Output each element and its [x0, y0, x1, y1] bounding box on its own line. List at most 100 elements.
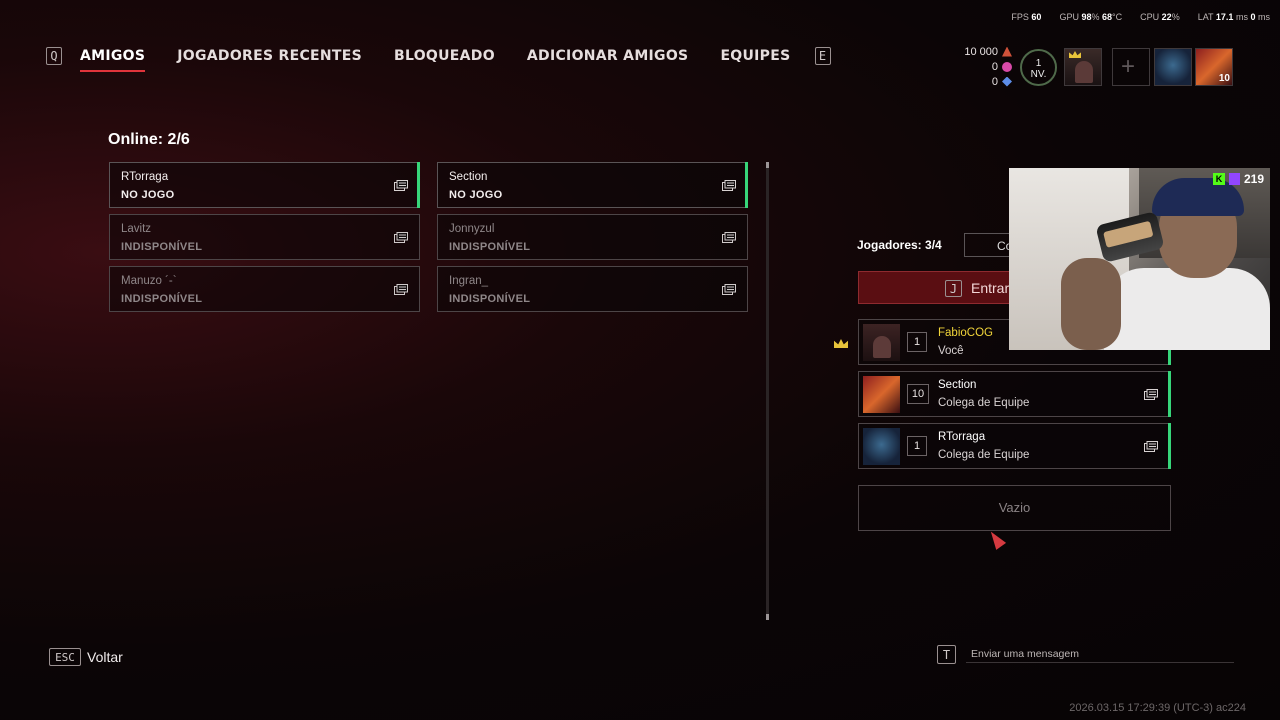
twitch-icon [1228, 173, 1240, 185]
profile-card-icon[interactable] [394, 284, 408, 295]
add-party-slot[interactable]: + [1112, 48, 1150, 86]
party-member-avatar-section[interactable]: 10 [1195, 48, 1233, 86]
member-role: Você [938, 345, 964, 357]
party-count: Jogadores: 3/4 [857, 238, 942, 252]
viewer-number: 219 [1243, 172, 1264, 186]
friend-name: Jonnyzul [449, 223, 495, 235]
avatar-silhouette-icon [873, 336, 891, 358]
scrollbar-bottom-cap [766, 614, 769, 620]
party-member-card[interactable]: 1 RTorraga Colega de Equipe [858, 423, 1171, 469]
profile-card-icon[interactable] [722, 180, 736, 191]
friend-status: INDISPONÍVEL [121, 293, 203, 305]
cpu-readout: CPU 22% [1140, 12, 1180, 22]
online-indicator [1168, 423, 1171, 469]
currency-primary: 10 000 [948, 44, 1012, 59]
avatar-silhouette-icon [1075, 61, 1093, 83]
mouse-cursor-icon [985, 528, 1007, 550]
profile-card-icon[interactable] [722, 284, 736, 295]
online-indicator [745, 162, 748, 208]
avatar [863, 376, 900, 413]
currency-secondary-icon [1002, 61, 1012, 72]
profile-card-icon[interactable] [1144, 441, 1158, 452]
friends-scrollbar[interactable] [766, 162, 769, 620]
next-tab-key[interactable]: E [814, 47, 831, 65]
profile-card-icon[interactable] [394, 180, 408, 191]
esc-key: ESC [49, 648, 81, 666]
party-leader-crown-icon [834, 339, 848, 348]
friend-name: Ingran_ [449, 275, 489, 287]
crown-icon [1069, 51, 1081, 58]
friend-card[interactable]: RTorraga NO JOGO [109, 162, 420, 208]
currency-primary-icon [1002, 46, 1012, 57]
member-level: 10 [907, 384, 929, 404]
friend-name: Manuzo ´-` [121, 275, 177, 287]
player-level-label: NV. [1030, 69, 1047, 80]
friend-status: NO JOGO [121, 189, 175, 201]
performance-overlay: FPS 60 GPU 98% 68°C CPU 22% LAT 17.1 ms … [1011, 12, 1270, 22]
friend-status: INDISPONÍVEL [449, 241, 531, 253]
currency-tertiary: 0 [948, 74, 1012, 89]
profile-card-icon[interactable] [722, 232, 736, 243]
currency-tertiary-icon [1002, 76, 1012, 87]
online-indicator [417, 162, 420, 208]
top-navigation: Q AMIGOS JOGADORES RECENTES BLOQUEADO AD… [46, 44, 831, 72]
enter-button[interactable]: J Entrar [858, 271, 1018, 304]
member-level: 1 [907, 436, 927, 456]
player-level-badge[interactable]: 1 NV. [1020, 49, 1057, 86]
gpu-readout: GPU 98% 68°C [1059, 12, 1123, 22]
profile-avatar-slot[interactable] [1064, 48, 1102, 86]
plus-icon: + [1121, 53, 1136, 80]
profile-card-icon[interactable] [394, 232, 408, 243]
party-member-card[interactable]: 10 Section Colega de Equipe [858, 371, 1171, 417]
chat-message-input[interactable]: Enviar uma mensagem [966, 644, 1234, 663]
friend-card[interactable]: Section NO JOGO [437, 162, 748, 208]
webcam-person-shirt [1104, 268, 1270, 350]
friend-status: INDISPONÍVEL [449, 293, 531, 305]
friend-status: INDISPONÍVEL [121, 241, 203, 253]
friend-status: NO JOGO [449, 189, 503, 201]
tab-amigos[interactable]: AMIGOS [80, 48, 146, 72]
online-count: Online: 2/6 [108, 131, 190, 148]
scrollbar-top-cap [766, 162, 769, 168]
profile-card-icon[interactable] [1144, 389, 1158, 400]
prev-tab-key[interactable]: Q [46, 47, 62, 65]
member-name: FabioCOG [938, 327, 993, 339]
friend-name: Lavitz [121, 223, 152, 235]
back-label: Voltar [87, 649, 123, 665]
webcam-person-arm [1061, 258, 1121, 350]
empty-slot-label: Vazio [998, 500, 1031, 515]
latency-readout: LAT 17.1 ms 0 ms [1197, 12, 1270, 22]
friend-name: Section [449, 171, 488, 183]
online-indicator [1168, 371, 1171, 417]
empty-party-slot[interactable]: Vazio [858, 485, 1171, 531]
enter-label: Entrar [971, 280, 1010, 296]
tab-jogadores-recentes[interactable]: JOGADORES RECENTES [177, 48, 362, 64]
member-role: Colega de Equipe [938, 449, 1030, 461]
tab-equipes[interactable]: EQUIPES [720, 48, 790, 64]
friend-card[interactable]: Jonnyzul INDISPONÍVEL [437, 214, 748, 260]
enter-key: J [945, 280, 962, 297]
webcam-overlay: K 219 [1009, 168, 1270, 350]
party-member-level-badge: 10 [1218, 73, 1230, 84]
viewer-count: K 219 [1212, 172, 1264, 186]
player-level-number: 1 [1035, 58, 1042, 69]
tab-bloqueado[interactable]: BLOQUEADO [394, 48, 495, 64]
back-button[interactable]: ESC Voltar [49, 648, 123, 666]
friend-card[interactable]: Ingran_ INDISPONÍVEL [437, 266, 748, 312]
tab-adicionar-amigos[interactable]: ADICIONAR AMIGOS [527, 48, 689, 64]
kick-icon: K [1212, 173, 1225, 185]
avatar [863, 428, 900, 465]
chat-key: T [937, 645, 956, 664]
member-name: RTorraga [938, 431, 986, 443]
friend-name: RTorraga [121, 171, 169, 183]
currency-secondary: 0 [948, 59, 1012, 74]
member-level: 1 [907, 332, 927, 352]
avatar [863, 324, 900, 361]
fps-readout: FPS 60 [1011, 12, 1042, 22]
member-role: Colega de Equipe [938, 397, 1030, 409]
friend-card[interactable]: Manuzo ´-` INDISPONÍVEL [109, 266, 420, 312]
friend-card[interactable]: Lavitz INDISPONÍVEL [109, 214, 420, 260]
currency-panel: 10 000 0 0 [948, 44, 1012, 89]
party-member-avatar-rtorraga[interactable] [1154, 48, 1192, 86]
build-timestamp: 2026.03.15 17:29:39 (UTC-3) ac224 [1069, 702, 1246, 714]
